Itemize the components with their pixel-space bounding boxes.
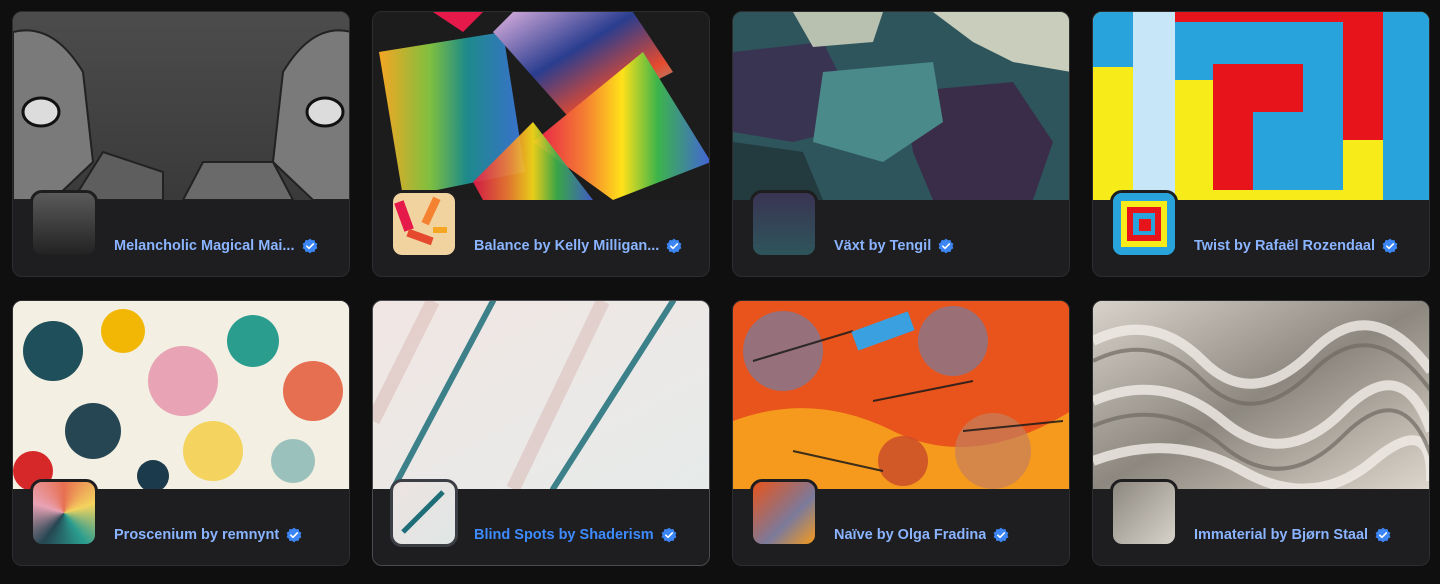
collection-card[interactable]: Twist by Rafaël Rozendaal	[1092, 11, 1430, 277]
verified-badge-icon	[1382, 238, 1398, 254]
collection-grid: Melancholic Magical Mai... Balance by Ke…	[0, 0, 1440, 584]
collection-card-footer: Naïve by Olga Fradina	[733, 479, 1069, 565]
collection-title-link[interactable]: Proscenium by remnynt	[114, 527, 279, 543]
verified-badge-icon	[302, 238, 317, 254]
collection-cover-image[interactable]	[1093, 12, 1429, 200]
collection-cover-image[interactable]	[13, 12, 349, 201]
collection-card[interactable]: Växt by Tengil	[732, 11, 1070, 277]
collection-card-footer: Melancholic Magical Mai...	[13, 190, 349, 276]
verified-badge-icon	[993, 527, 1009, 543]
collection-card-footer: Proscenium by remnynt	[13, 479, 349, 565]
collection-cover-image[interactable]	[1093, 301, 1429, 494]
collection-card[interactable]: Blind Spots by Shaderism	[372, 300, 710, 566]
collection-cover-image[interactable]	[733, 301, 1069, 489]
verified-badge-icon	[666, 238, 682, 254]
collection-card-footer: Immaterial by Bjørn Staal	[1093, 479, 1429, 565]
collection-thumbnail	[1110, 479, 1178, 547]
collection-thumbnail	[390, 190, 458, 258]
verified-badge-icon	[938, 238, 954, 254]
verified-badge-icon	[1375, 527, 1391, 543]
collection-title-link[interactable]: Twist by Rafaël Rozendaal	[1194, 238, 1375, 254]
collection-cover-image[interactable]	[13, 301, 349, 492]
collection-card[interactable]: Melancholic Magical Mai...	[12, 11, 350, 277]
verified-badge-icon	[661, 527, 677, 543]
collection-card-footer: Växt by Tengil	[733, 190, 1069, 276]
collection-card[interactable]: Immaterial by Bjørn Staal	[1092, 300, 1430, 566]
collection-title-link[interactable]: Balance by Kelly Milligan...	[474, 238, 659, 254]
collection-thumbnail	[750, 479, 818, 547]
verified-badge-icon	[286, 527, 302, 543]
collection-card-footer: Twist by Rafaël Rozendaal	[1093, 190, 1429, 276]
collection-thumbnail	[390, 479, 458, 547]
collection-card-footer: Balance by Kelly Milligan...	[373, 190, 709, 276]
collection-title-link[interactable]: Naïve by Olga Fradina	[834, 527, 986, 543]
collection-thumbnail	[750, 190, 818, 258]
collection-thumbnail	[1110, 190, 1178, 258]
collection-title-link[interactable]: Melancholic Magical Mai...	[114, 238, 295, 254]
collection-title-link[interactable]: Immaterial by Bjørn Staal	[1194, 527, 1368, 543]
collection-thumbnail	[30, 190, 98, 258]
collection-cover-image[interactable]	[373, 301, 709, 493]
collection-thumbnail	[30, 479, 98, 547]
collection-title-link[interactable]: Växt by Tengil	[834, 238, 931, 254]
collection-card[interactable]: Balance by Kelly Milligan...	[372, 11, 710, 277]
collection-cover-image[interactable]	[733, 12, 1069, 200]
collection-card[interactable]: Proscenium by remnynt	[12, 300, 350, 566]
collection-title-link[interactable]: Blind Spots by Shaderism	[474, 527, 654, 543]
collection-cover-image[interactable]	[373, 12, 709, 200]
collection-card[interactable]: Naïve by Olga Fradina	[732, 300, 1070, 566]
collection-card-footer: Blind Spots by Shaderism	[373, 479, 709, 565]
